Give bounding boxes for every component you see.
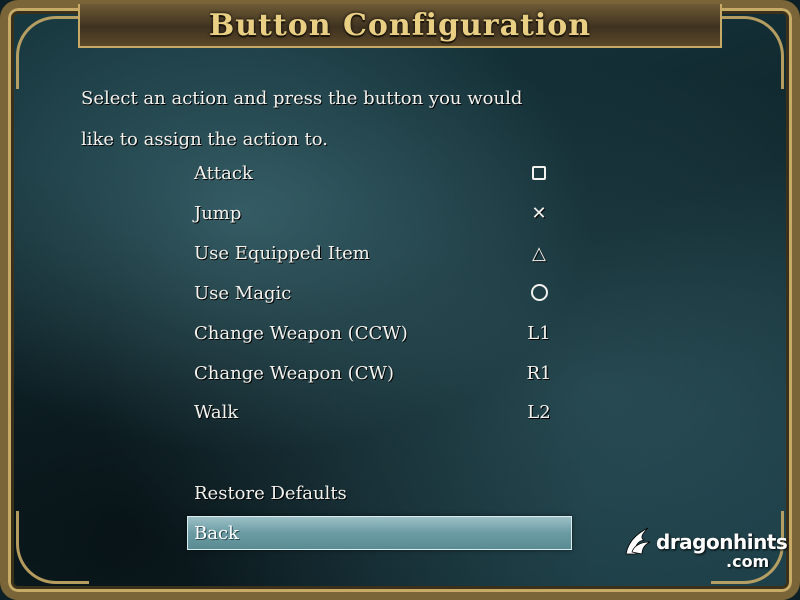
restore-defaults-button[interactable]: Restore Defaults [194,483,347,504]
button-assignment: R1 [526,363,552,384]
instructions-line-2: like to assign the action to. [81,129,329,150]
page-title: Button Configuration [208,8,592,43]
ornament-corner-icon [16,511,89,584]
back-button[interactable]: Back [187,516,572,550]
action-row-change-weapon-cw[interactable]: Change Weapon (CW) R1 [194,357,574,391]
back-button-label: Back [194,523,239,544]
circle-button-icon [530,284,548,301]
action-row-jump[interactable]: Jump ✕ [194,197,574,231]
instructions-line-1: Select an action and press the button yo… [81,88,523,109]
action-row-change-weapon-ccw[interactable]: Change Weapon (CCW) L1 [194,317,574,351]
action-label: Jump [194,203,242,224]
cross-button-icon: ✕ [531,203,547,224]
triangle-button-icon: △ [532,243,546,264]
action-label: Use Equipped Item [194,243,370,264]
action-label: Change Weapon (CCW) [194,323,408,344]
watermark-name: dragonhints [656,530,788,554]
action-row-attack[interactable]: Attack [194,157,574,191]
dragon-logo-icon [625,527,651,555]
watermark: dragonhints .com [622,522,788,572]
action-label: Change Weapon (CW) [194,363,394,384]
button-assignment [526,283,552,306]
action-row-use-equipped-item[interactable]: Use Equipped Item △ [194,237,574,271]
button-assignment: L2 [527,402,551,423]
action-row-use-magic[interactable]: Use Magic [194,277,574,311]
action-label: Attack [194,163,253,184]
action-label: Walk [194,402,239,423]
action-label: Use Magic [194,283,292,304]
button-assignment [526,163,552,185]
instructions-text: Select an action and press the button yo… [81,78,641,160]
title-banner: Button Configuration [78,4,722,48]
button-assignment: L1 [527,323,551,344]
action-row-walk[interactable]: Walk L2 [194,396,574,430]
watermark-suffix: .com [726,552,770,571]
square-button-icon [532,166,546,180]
